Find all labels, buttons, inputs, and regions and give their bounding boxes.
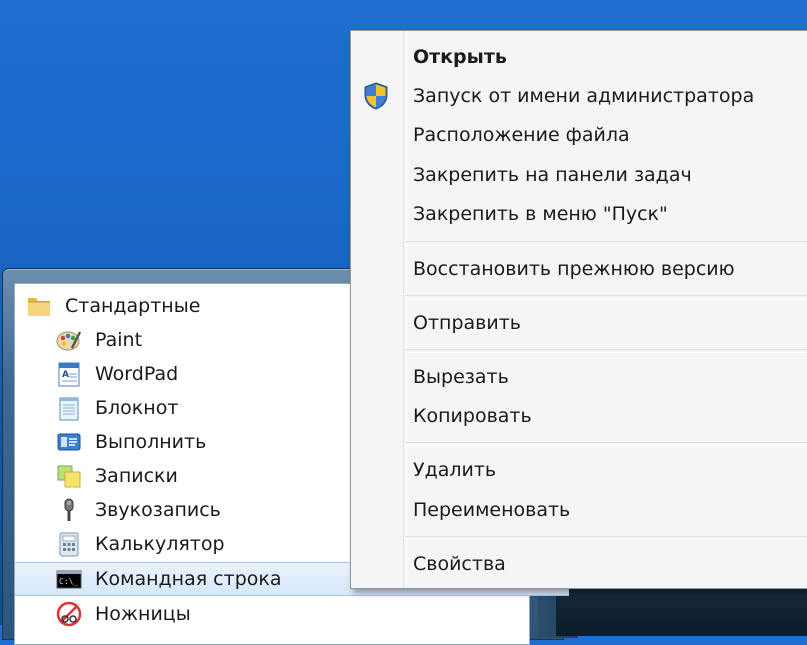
sticky-notes-icon: [55, 462, 83, 490]
menu-item-label: Восстановить прежнюю версию: [413, 258, 735, 280]
menu-item-label: Закрепить на панели задач: [413, 164, 692, 186]
cmd-icon: C:\_: [55, 565, 83, 593]
menu-item-file-location[interactable]: Расположение файла: [351, 116, 807, 154]
run-icon: [55, 428, 83, 456]
menu-item-label: Переименовать: [413, 499, 571, 521]
program-label: Выполнить: [95, 431, 207, 453]
svg-text:C:\_: C:\_: [59, 577, 78, 586]
svg-text:A: A: [62, 370, 69, 380]
notepad-icon: [55, 394, 83, 422]
menu-item-cut[interactable]: Вырезать: [351, 358, 807, 396]
program-label: Звукозапись: [95, 499, 221, 521]
wordpad-icon: A: [55, 360, 83, 388]
microphone-icon: [55, 496, 83, 524]
context-menu: Открыть Запуск от имени администратора Р…: [350, 30, 807, 589]
menu-item-label: Отправить: [413, 312, 521, 334]
program-item-snipping-tool[interactable]: Ножницы: [15, 597, 569, 631]
menu-item-label: Свойства: [413, 553, 506, 575]
program-label: Paint: [95, 329, 143, 351]
menu-item-label: Запуск от имени администратора: [413, 85, 755, 107]
menu-item-run-as-admin[interactable]: Запуск от имени администратора: [351, 77, 807, 115]
menu-item-open[interactable]: Открыть: [351, 38, 807, 76]
menu-item-label: Удалить: [413, 459, 497, 481]
menu-item-label: Открыть: [413, 46, 507, 68]
menu-separator: [405, 241, 807, 245]
menu-item-pin-start[interactable]: Закрепить в меню "Пуск": [351, 195, 807, 233]
program-label: Ножницы: [95, 603, 191, 625]
menu-item-delete[interactable]: Удалить: [351, 451, 807, 489]
menu-separator: [405, 442, 807, 446]
scissors-icon: [55, 600, 83, 628]
program-label: Записки: [95, 465, 178, 487]
calculator-icon: [55, 530, 83, 558]
menu-item-restore-previous[interactable]: Восстановить прежнюю версию: [351, 250, 807, 288]
paint-icon: [55, 326, 83, 354]
uac-shield-icon: [363, 82, 389, 110]
menu-separator: [405, 349, 807, 353]
program-label: WordPad: [95, 363, 179, 385]
menu-item-send-to[interactable]: Отправить: [351, 304, 807, 342]
folder-label: Стандартные: [65, 295, 201, 317]
menu-item-label: Вырезать: [413, 366, 509, 388]
menu-item-properties[interactable]: Свойства: [351, 545, 807, 583]
menu-separator: [405, 536, 807, 540]
menu-item-copy[interactable]: Копировать: [351, 397, 807, 435]
program-label: Командная строка: [95, 568, 282, 590]
start-menu-dark-area: [556, 586, 807, 636]
menu-item-label: Закрепить в меню "Пуск": [413, 203, 668, 225]
program-label: Калькулятор: [95, 533, 225, 555]
menu-item-rename[interactable]: Переименовать: [351, 491, 807, 529]
menu-separator: [405, 295, 807, 299]
menu-item-label: Расположение файла: [413, 124, 630, 146]
folder-icon: [25, 292, 53, 320]
menu-item-pin-taskbar[interactable]: Закрепить на панели задач: [351, 156, 807, 194]
menu-item-label: Копировать: [413, 405, 532, 427]
program-label: Блокнот: [95, 397, 179, 419]
